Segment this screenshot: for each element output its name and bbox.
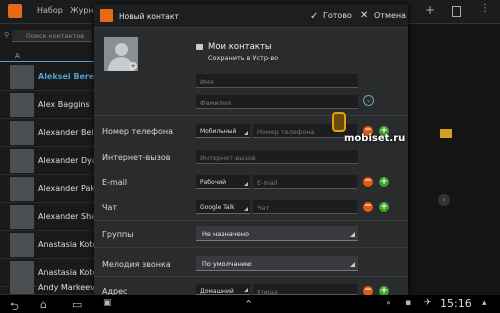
dialog-title: Новый контакт bbox=[119, 12, 179, 21]
remove-email-button[interactable]: − bbox=[363, 177, 373, 187]
contact-icon bbox=[100, 9, 113, 22]
contact-name: Anastasia Kote bbox=[38, 268, 98, 277]
email-label: E-mail bbox=[102, 178, 128, 187]
tab-log[interactable]: Журн bbox=[70, 6, 94, 15]
list-item[interactable]: Alexander Dya bbox=[0, 147, 97, 175]
contact-details-pane bbox=[408, 24, 500, 295]
last-name-field[interactable]: Фамилия bbox=[196, 95, 358, 109]
cancel-button[interactable]: Отмена bbox=[374, 8, 406, 24]
new-contact-dialog: Новый контакт ✓ Готово ✕ Отмена + Мои ко… bbox=[94, 4, 408, 296]
list-item[interactable]: Alex Baggins bbox=[0, 91, 94, 119]
add-chat-button[interactable]: + bbox=[379, 202, 389, 212]
contact-name: Alexander Pak bbox=[38, 184, 96, 193]
phone-type-dropdown[interactable]: Мобильный bbox=[196, 124, 250, 138]
divider bbox=[94, 276, 408, 277]
divider bbox=[94, 220, 408, 221]
more-icon[interactable]: » bbox=[386, 298, 391, 307]
list-item[interactable]: Anastasia Kote bbox=[0, 231, 98, 259]
address-label: Адрес bbox=[102, 287, 128, 295]
chat-type-dropdown[interactable]: Google Talk bbox=[196, 200, 250, 214]
tab-dialer[interactable]: Набор bbox=[37, 6, 63, 15]
account-icon bbox=[196, 44, 203, 50]
back-icon[interactable]: ⮌ bbox=[10, 298, 19, 313]
groups-dropdown[interactable]: Не назначено bbox=[196, 226, 358, 241]
contact-name: Anastasia Kote bbox=[38, 240, 98, 249]
message-icon[interactable] bbox=[440, 129, 452, 138]
done-button[interactable]: Готово bbox=[323, 8, 352, 24]
contact-name: Aleksei Berez bbox=[38, 72, 99, 81]
avatar bbox=[10, 65, 34, 89]
delete-icon[interactable] bbox=[452, 6, 461, 17]
contacts-app-icon bbox=[8, 4, 22, 18]
address-type-dropdown[interactable]: Домашний bbox=[196, 284, 250, 295]
list-item[interactable]: Andy Markeev bbox=[0, 281, 94, 295]
divider bbox=[94, 115, 408, 116]
section-header: A bbox=[0, 52, 94, 62]
wifi-icon: ▴ bbox=[482, 298, 487, 308]
avatar bbox=[10, 121, 34, 145]
chevron-right-icon[interactable]: › bbox=[438, 194, 450, 206]
home-icon[interactable]: ⌂ bbox=[40, 298, 47, 311]
internet-call-input[interactable]: Интернет-вызов bbox=[196, 150, 358, 164]
dialog-titlebar: Новый контакт ✓ Готово ✕ Отмена bbox=[94, 4, 408, 28]
contact-photo[interactable]: + bbox=[104, 37, 138, 71]
chevron-up-icon[interactable]: ⌃ bbox=[244, 298, 253, 311]
expand-name-icon[interactable]: ⌄ bbox=[363, 95, 374, 106]
add-icon[interactable]: + bbox=[425, 3, 435, 17]
search-icon: ⚲ bbox=[4, 31, 10, 39]
contact-name: Andy Markeev bbox=[38, 283, 94, 292]
contact-name: Alexander Shat bbox=[38, 212, 100, 221]
email-input[interactable]: E-mail bbox=[253, 175, 357, 189]
list-item[interactable]: Aleksei Berez bbox=[0, 63, 99, 91]
chat-input[interactable]: Чат bbox=[253, 200, 357, 214]
avatar bbox=[10, 205, 34, 229]
contact-name: Alexander Bel bbox=[38, 128, 94, 137]
menu-icon[interactable]: ⋮ bbox=[480, 3, 490, 14]
screenshot-icon[interactable]: ▣ bbox=[103, 298, 112, 308]
ringtone-label: Мелодия звонка bbox=[102, 260, 171, 269]
list-item[interactable]: Alexander Shat bbox=[0, 203, 99, 231]
account-subtitle: Сохранить в Устр-во bbox=[208, 54, 279, 62]
avatar bbox=[10, 149, 34, 173]
internet-call-label: Интернет-вызов bbox=[102, 153, 171, 162]
ringtone-dropdown[interactable]: По умолчанию bbox=[196, 256, 358, 271]
list-item[interactable]: Alexander Pak bbox=[0, 175, 96, 203]
add-email-button[interactable]: + bbox=[379, 177, 389, 187]
contact-name: Alexander Dya bbox=[38, 156, 97, 165]
account-title[interactable]: Мои контакты bbox=[208, 42, 272, 52]
phone-label: Номер телефона bbox=[102, 127, 173, 136]
photo-head bbox=[115, 43, 128, 56]
list-item[interactable]: Alexander Bel bbox=[0, 119, 94, 147]
signal-icon: ✈ bbox=[424, 298, 432, 308]
groups-label: Группы bbox=[102, 230, 134, 239]
first-name-field[interactable]: Имя bbox=[196, 74, 358, 88]
recent-apps-icon[interactable]: ▭ bbox=[72, 298, 82, 311]
clock: 15:16 bbox=[440, 297, 472, 310]
email-type-dropdown[interactable]: Рабочий bbox=[196, 175, 250, 189]
search-input[interactable]: Поиск контактов bbox=[12, 30, 92, 42]
add-photo-icon: + bbox=[129, 62, 137, 70]
avatar bbox=[10, 233, 34, 257]
avatar bbox=[10, 177, 34, 201]
divider bbox=[94, 247, 408, 248]
address-input[interactable]: Улица bbox=[253, 284, 357, 295]
screen: Набор Журн + ⋮ Поиск контактов ⚲ A Aleks… bbox=[0, 0, 500, 313]
remove-chat-button[interactable]: − bbox=[363, 202, 373, 212]
avatar bbox=[10, 283, 34, 294]
watermark: mobiset.ru bbox=[344, 133, 406, 144]
mobiset-logo bbox=[332, 112, 346, 132]
avatar bbox=[10, 93, 34, 117]
notification-icon: ▪ bbox=[405, 298, 412, 308]
contact-name: Alex Baggins bbox=[38, 100, 90, 109]
close-icon: ✕ bbox=[360, 10, 369, 21]
checkmark-icon: ✓ bbox=[310, 11, 319, 22]
chat-label: Чат bbox=[102, 203, 118, 212]
